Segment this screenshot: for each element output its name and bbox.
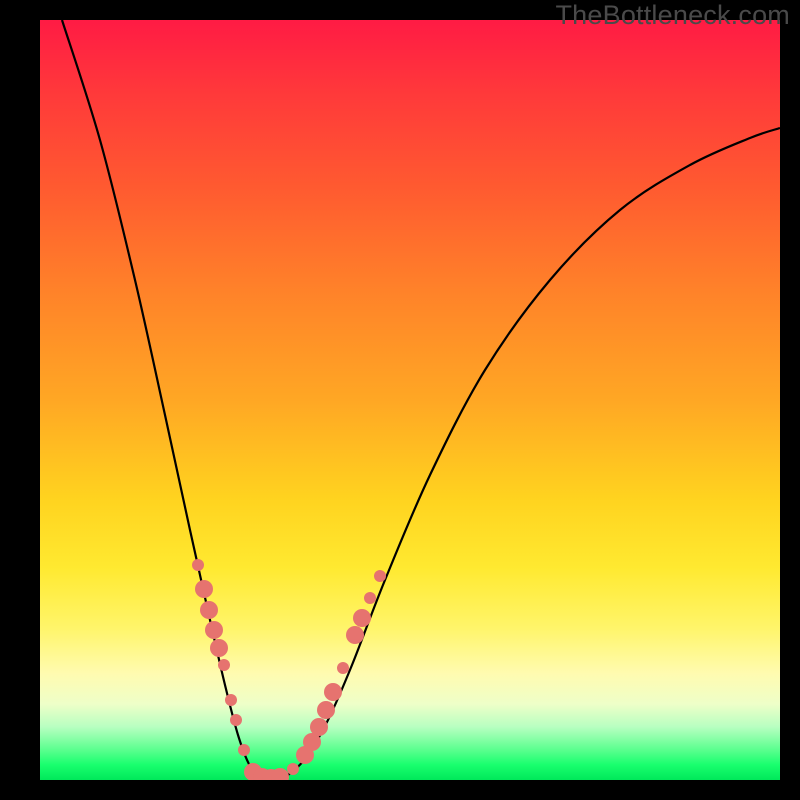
data-marker [324,683,342,701]
data-marker [310,718,328,736]
data-marker [210,639,228,657]
watermark-text: TheBottleneck.com [555,0,790,31]
chart-frame: TheBottleneck.com [0,0,800,800]
data-marker [238,744,250,756]
markers-group [192,559,386,780]
bottleneck-curve [62,20,780,780]
data-marker [200,601,218,619]
data-marker [230,714,242,726]
plot-area [40,20,780,780]
data-marker [205,621,223,639]
data-marker [195,580,213,598]
data-marker [218,659,230,671]
data-marker [346,626,364,644]
data-marker [374,570,386,582]
data-marker [192,559,204,571]
data-marker [364,592,376,604]
data-marker [287,763,299,775]
data-marker [353,609,371,627]
data-marker [225,694,237,706]
data-marker [337,662,349,674]
data-marker [317,701,335,719]
bottleneck-plot [40,20,780,780]
